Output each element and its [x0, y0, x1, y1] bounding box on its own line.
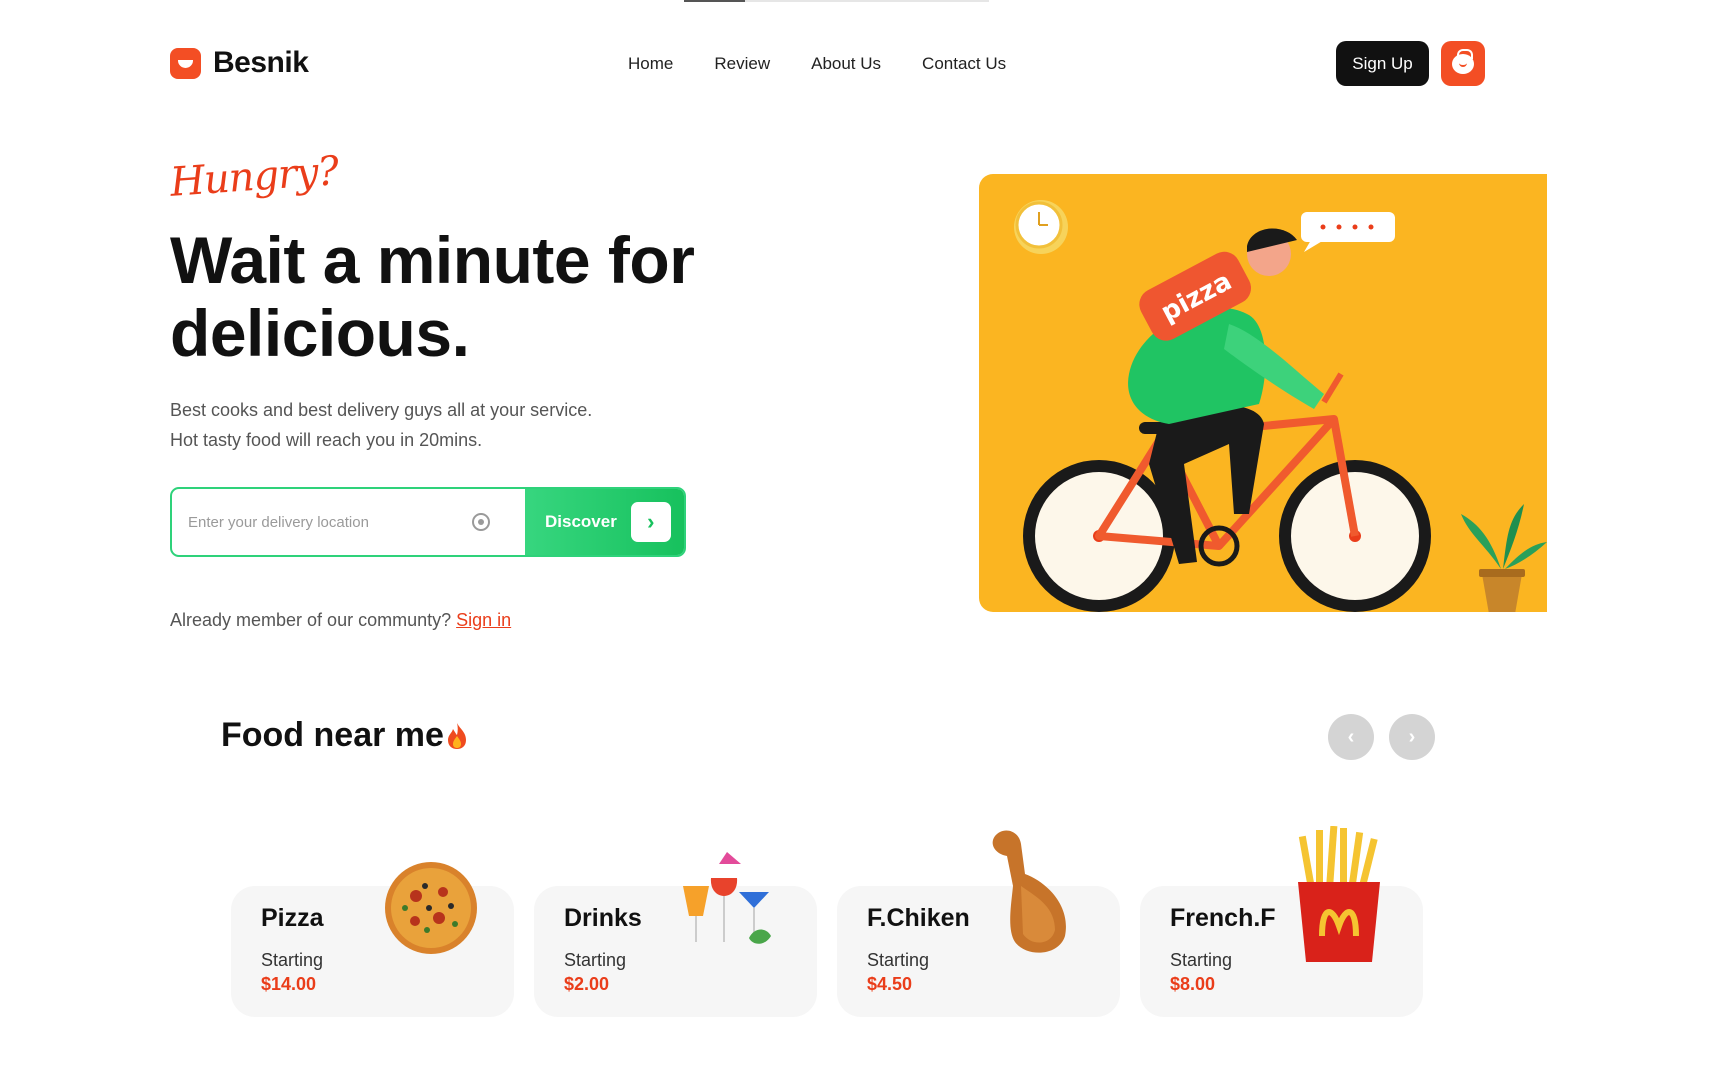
hero-subtitle: Best cooks and best delivery guys all at…: [170, 395, 592, 455]
drinks-icon: [683, 852, 771, 944]
food-price: $4.50: [867, 974, 913, 994]
pizza-icon: [385, 862, 477, 954]
logo-icon: [170, 47, 201, 79]
food-price: $8.00: [1170, 974, 1216, 994]
cart-button[interactable]: [1441, 41, 1485, 86]
plant-icon: [1461, 504, 1547, 612]
food-starting-label: Starting: [564, 950, 627, 970]
location-input-wrapper: [172, 489, 525, 555]
nav-about-us[interactable]: About Us: [811, 54, 881, 74]
chevron-right-icon: ›: [630, 502, 671, 542]
chevron-right-icon: ›: [1408, 725, 1416, 748]
food-name: Drinks: [564, 904, 642, 932]
nav-home[interactable]: Home: [628, 54, 673, 74]
chevron-left-icon: ‹: [1347, 725, 1355, 748]
hero-subtitle-line-1: Best cooks and best delivery guys all at…: [170, 400, 593, 420]
nav-contact-us[interactable]: Contact Us: [922, 54, 1006, 74]
brand-logo[interactable]: Besnik: [170, 46, 309, 80]
locate-icon[interactable]: [472, 513, 490, 531]
main-nav: Home Review About Us Contact Us: [628, 54, 1006, 74]
food-name: French.F: [1170, 904, 1276, 932]
sign-in-link[interactable]: Sign in: [456, 610, 511, 630]
food-price: $2.00: [564, 974, 610, 994]
brand-name: Besnik: [213, 46, 309, 79]
food-starting-label: Starting: [867, 950, 930, 970]
delivery-illustration: pizza: [979, 174, 1547, 612]
food-name: Pizza: [261, 904, 324, 932]
discover-button[interactable]: Discover ›: [525, 489, 684, 555]
member-text: Already member of our communty?: [170, 610, 452, 630]
nav-review[interactable]: Review: [714, 54, 770, 74]
carousel-next-button[interactable]: ›: [1389, 714, 1435, 760]
french-fries-icon: [1298, 826, 1380, 962]
scroll-progress-fill: [684, 0, 745, 2]
speech-bubble-icon: [1301, 212, 1395, 252]
hero-title: Wait a minute for delicious.: [170, 223, 695, 370]
shopping-bag-icon: [1452, 48, 1474, 74]
food-near-me-heading: Food near me: [221, 716, 468, 755]
fire-icon: [447, 722, 466, 749]
delivery-search-form: Discover ›: [170, 487, 686, 557]
delivery-location-input[interactable]: [188, 513, 458, 531]
carousel-prev-button[interactable]: ‹: [1328, 714, 1374, 760]
food-price: $14.00: [261, 974, 317, 994]
delivery-rider-svg: pizza: [1014, 200, 1547, 612]
food-card-drinks[interactable]: Drinks Starting $2.00: [534, 852, 817, 1017]
food-starting-label: Starting: [1170, 950, 1233, 970]
scroll-progress-bar: [684, 0, 989, 2]
food-near-me-title: Food near me: [221, 716, 444, 754]
sign-up-button[interactable]: Sign Up: [1336, 41, 1429, 86]
member-prompt: Already member of our communty? Sign in: [170, 610, 511, 631]
hero-eyebrow: Hungry?: [168, 148, 340, 206]
food-card-french-fries[interactable]: French.F Starting $8.00: [1140, 826, 1423, 1017]
food-name: F.Chiken: [867, 904, 970, 932]
clock-icon: [1014, 200, 1068, 254]
food-card-fried-chicken[interactable]: F.Chiken Starting $4.50: [837, 830, 1120, 1017]
chicken-leg-icon: [992, 830, 1066, 953]
food-card-pizza[interactable]: Pizza Starting $14.00: [231, 862, 514, 1017]
food-starting-label: Starting: [261, 950, 324, 970]
hero-subtitle-line-2: Hot tasty food will reach you in 20mins.: [170, 430, 483, 450]
discover-label: Discover: [545, 512, 617, 531]
